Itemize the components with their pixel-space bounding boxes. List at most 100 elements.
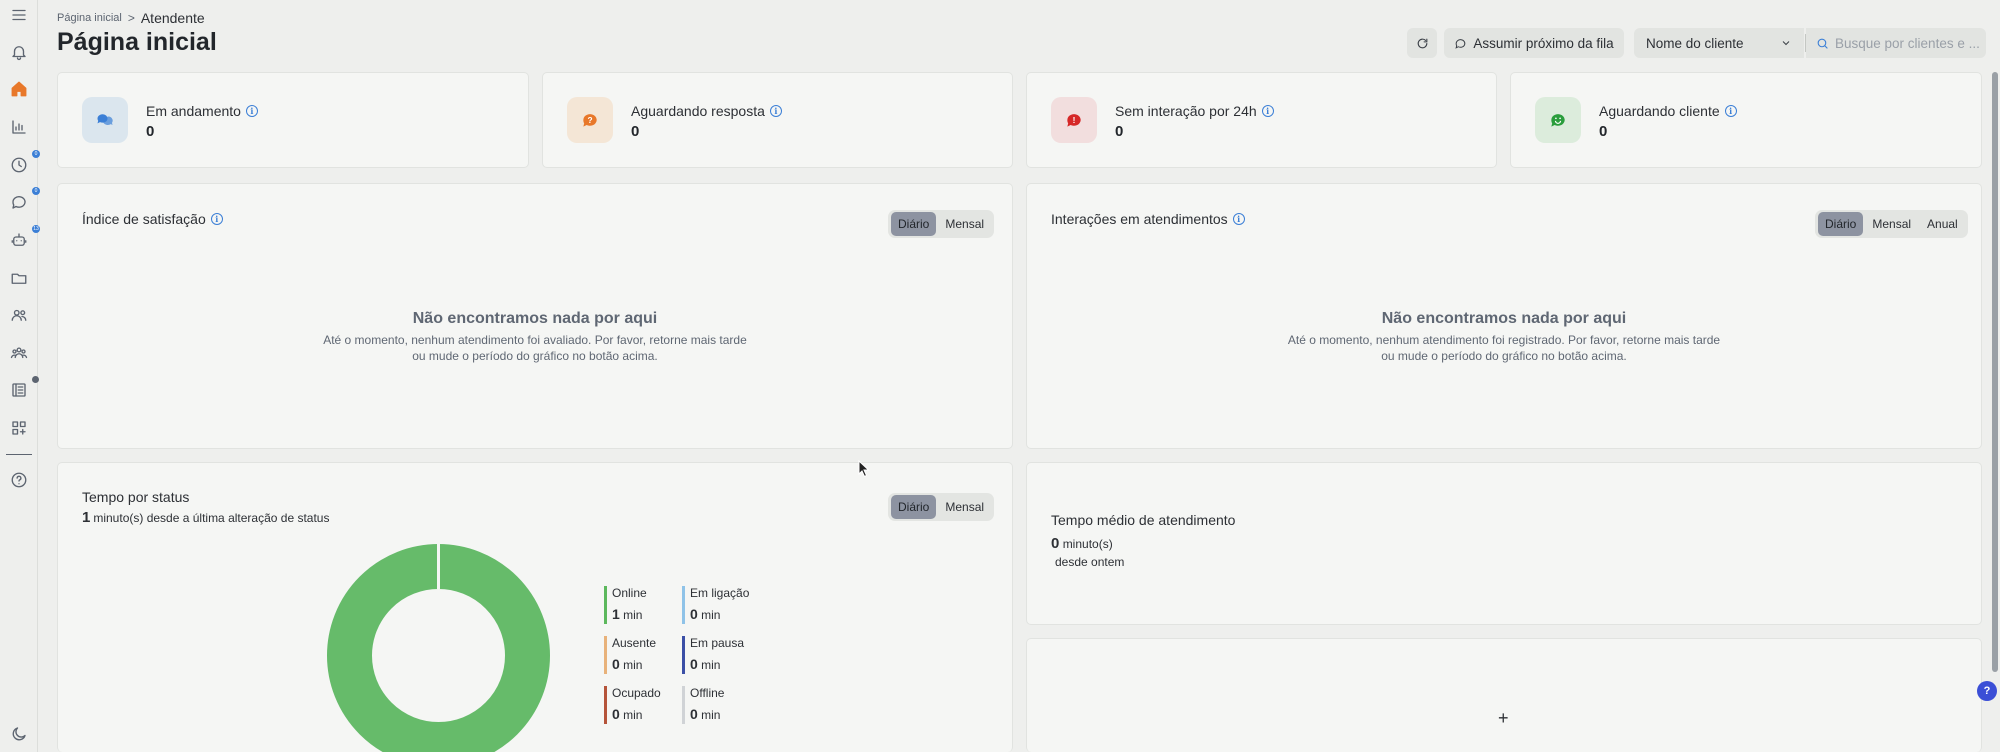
search-icon — [1817, 38, 1828, 49]
legend-swatch — [604, 636, 607, 674]
assume-next-button[interactable]: Assumir próximo da fila — [1444, 28, 1624, 58]
assume-next-label: Assumir próximo da fila — [1473, 35, 1614, 51]
chat-bubbles-icon — [82, 97, 128, 143]
interactions-card: Interações em atendimentos i Diário Mensa… — [1026, 183, 1982, 449]
help-icon[interactable] — [10, 471, 28, 489]
legend-name: Em pausa — [690, 636, 745, 650]
avg-time-card: Tempo médio de atendimento 0 minuto(s) d… — [1026, 462, 1982, 625]
apps-icon[interactable] — [10, 419, 28, 437]
toggle-daily[interactable]: Diário — [891, 212, 937, 236]
chat-badge: 0 — [32, 187, 40, 195]
client-filter-select[interactable]: Nome do cliente — [1634, 28, 1804, 58]
info-icon[interactable]: i — [1232, 213, 1245, 225]
legend-swatch — [604, 586, 607, 624]
breadcrumb-current: Atendente — [140, 10, 205, 26]
legend-offline: Offline 0 min — [682, 686, 724, 724]
kpi-label: Sem interação por 24h — [1115, 103, 1257, 119]
legend-swatch — [604, 686, 607, 724]
sidebar: 0 0 13 — [0, 0, 40, 752]
bot-badge: 13 — [32, 225, 40, 233]
legend-value: 0 — [690, 706, 698, 722]
avg-time-since: desde ontem — [1055, 555, 1125, 569]
search-box — [1806, 28, 1986, 58]
legend-swatch — [682, 636, 685, 674]
legend-value: 0 — [612, 656, 620, 672]
avg-time-unit: minuto(s) — [1062, 537, 1113, 551]
toggle-daily[interactable]: Diário — [1818, 212, 1864, 236]
add-widget-card[interactable] — [1026, 638, 1982, 752]
status-since-value: 1 — [82, 509, 91, 526]
info-icon[interactable]: i — [1261, 105, 1274, 117]
toggle-monthly[interactable]: Mensal — [1865, 212, 1918, 236]
legend-unit: min — [623, 608, 643, 622]
legend-unit: min — [701, 608, 721, 622]
svg-text:?: ? — [587, 115, 592, 125]
status-since: 1 minuto(s) desde a última alteração de s… — [82, 509, 329, 526]
toggle-yearly[interactable]: Anual — [1920, 212, 1965, 236]
legend-away: Ausente 0 min — [604, 636, 656, 674]
legend-unit: min — [701, 708, 721, 722]
help-button[interactable]: ? — [1977, 681, 1997, 701]
legend-in-call: Em ligação 0 min — [682, 586, 750, 624]
card-title: Índice de satisfação — [82, 211, 206, 227]
kpi-card-in-progress: Em andamento i 0 — [57, 72, 529, 168]
bell-icon[interactable] — [10, 43, 28, 61]
search-input[interactable] — [1835, 35, 1985, 51]
sidebar-divider — [6, 454, 32, 455]
empty-state-title: Não encontramos nada por aqui — [1381, 310, 1627, 327]
empty-state-description: Até o momento, nenhum atendimento foi re… — [1287, 333, 1721, 363]
folder-icon[interactable] — [10, 269, 28, 287]
scrollbar[interactable] — [1992, 72, 1998, 672]
info-icon[interactable]: i — [210, 213, 223, 225]
info-icon[interactable]: i — [769, 105, 782, 117]
toggle-daily[interactable]: Diário — [891, 495, 937, 519]
robot-icon[interactable] — [10, 231, 28, 249]
dark-mode-icon[interactable] — [10, 725, 28, 743]
chevron-down-icon — [1782, 41, 1790, 46]
kpi-card-awaiting-client: Aguardando cliente i 0 — [1510, 72, 1982, 168]
donut-slice-online — [327, 544, 550, 752]
add-widget-icon[interactable]: + — [1498, 708, 1509, 729]
card-title: Tempo médio de atendimento — [1051, 512, 1236, 528]
status-donut-chart — [327, 543, 550, 752]
breadcrumb: Página inicial > Atendente — [57, 10, 205, 26]
toggle-monthly[interactable]: Mensal — [938, 495, 991, 519]
legend-unit: min — [623, 658, 643, 672]
period-toggle: Diário Mensal — [888, 210, 995, 238]
kpi-label: Aguardando resposta — [631, 103, 765, 119]
info-icon[interactable]: i — [1724, 105, 1737, 117]
card-title: Interações em atendimentos — [1051, 211, 1228, 227]
menu-icon[interactable] — [10, 6, 28, 24]
legend-swatch — [682, 586, 685, 624]
legend-unit: min — [701, 658, 721, 672]
home-icon[interactable] — [10, 80, 28, 98]
legend-paused: Em pausa 0 min — [682, 636, 745, 674]
users-icon[interactable] — [10, 306, 28, 324]
info-icon[interactable]: i — [245, 105, 258, 117]
legend-swatch — [682, 686, 685, 724]
card-title: Tempo por status — [82, 489, 190, 505]
book-icon[interactable] — [10, 381, 28, 399]
kpi-label: Aguardando cliente — [1599, 103, 1720, 119]
toggle-monthly[interactable]: Mensal — [938, 212, 991, 236]
refresh-button[interactable] — [1407, 28, 1437, 58]
legend-unit: min — [623, 708, 643, 722]
kpi-value: 0 — [146, 123, 155, 140]
breadcrumb-home[interactable]: Página inicial — [57, 12, 122, 24]
mouse-cursor-icon — [858, 460, 870, 478]
satisfaction-card: Índice de satisfação i Diário Mensal Não … — [57, 183, 1013, 449]
empty-state-description: Até o momento, nenhum atendimento foi av… — [323, 333, 747, 363]
status-since-text: minuto(s) desde a última alteração de st… — [93, 511, 330, 525]
legend-name: Em ligação — [690, 586, 750, 600]
clock-icon[interactable] — [10, 156, 28, 174]
bar-chart-icon[interactable] — [10, 118, 28, 136]
teams-icon[interactable] — [10, 344, 28, 362]
legend-value: 1 — [612, 606, 620, 622]
kpi-label: Em andamento — [146, 103, 241, 119]
legend-name: Online — [612, 586, 647, 600]
svg-text:!: ! — [1073, 115, 1076, 125]
legend-value: 0 — [690, 606, 698, 622]
period-toggle: Diário Mensal — [888, 493, 995, 521]
chat-icon[interactable] — [10, 193, 28, 211]
legend-online: Online 1 min — [604, 586, 647, 624]
